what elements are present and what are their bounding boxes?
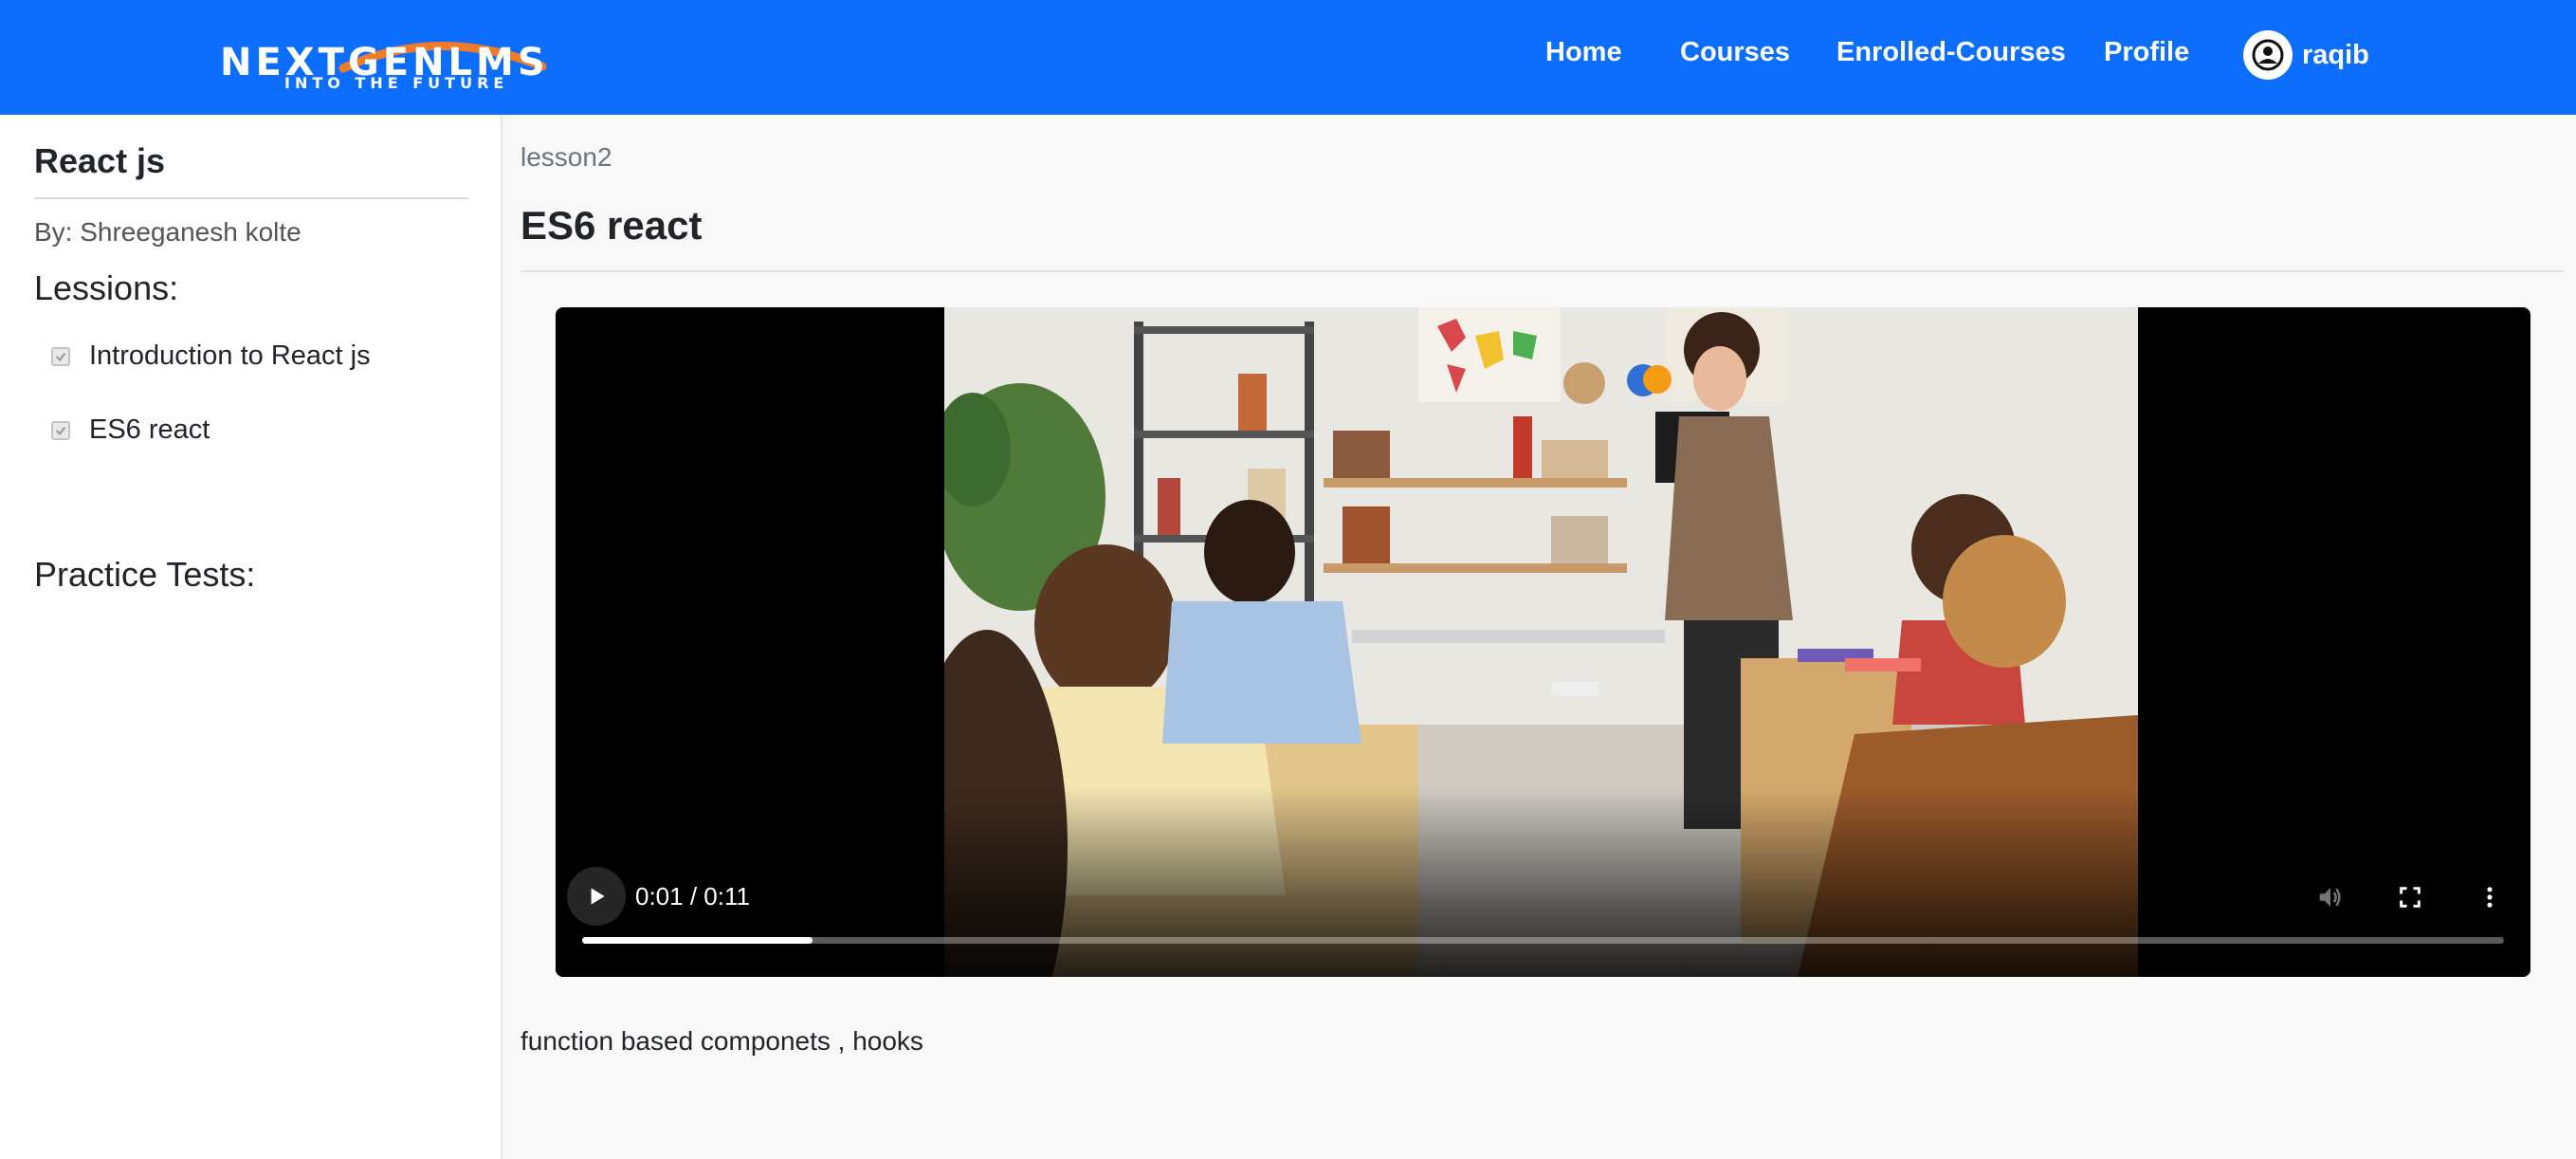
video-time: 0:01 / 0:11 (635, 882, 750, 911)
divider (521, 270, 2564, 272)
lesson-checkbox[interactable] (51, 346, 70, 366)
brand-tagline: INTO THE FUTURE (284, 74, 509, 92)
nav-home[interactable]: Home (1545, 34, 1622, 70)
user-circle-icon (2243, 30, 2293, 80)
lesson-label: Introduction to React js (89, 340, 371, 371)
course-title: React js (34, 141, 166, 180)
course-sidebar: React js By: Shreeganesh kolte Lessions:… (0, 115, 502, 1159)
play-icon (591, 888, 605, 905)
user-menu[interactable]: raqib (2243, 30, 2369, 80)
video-progress-fill (582, 937, 813, 944)
nav-courses[interactable]: Courses (1680, 34, 1790, 70)
lessons-heading: Lessions: (34, 268, 179, 307)
nav-profile[interactable]: Profile (2104, 34, 2189, 70)
video-controls-overlay (556, 787, 2530, 977)
fullscreen-icon[interactable] (2393, 880, 2427, 914)
lesson-item-es6-react[interactable]: ES6 react (51, 414, 210, 446)
course-author: By: Shreeganesh kolte (34, 217, 301, 247)
practice-tests-heading: Practice Tests: (34, 555, 256, 594)
play-button[interactable] (567, 867, 626, 926)
lesson-description: function based componets , hooks (521, 1026, 923, 1056)
video-player[interactable]: 0:01 / 0:11 (556, 307, 2530, 977)
brand-logo[interactable]: NEXTGENLMS INTO THE FUTURE (220, 27, 618, 91)
volume-icon[interactable] (2313, 880, 2348, 914)
navbar: NEXTGENLMS INTO THE FUTURE Home Courses … (0, 0, 2576, 115)
nav-enrolled-courses[interactable]: Enrolled-Courses (1836, 34, 2066, 70)
more-vertical-icon[interactable] (2473, 880, 2507, 914)
lesson-item-introduction[interactable]: Introduction to React js (51, 340, 371, 372)
user-name: raqib (2302, 39, 2369, 70)
page-title: ES6 react (521, 203, 703, 248)
lesson-checkbox[interactable] (51, 420, 70, 440)
lesson-label: ES6 react (89, 414, 210, 445)
video-progress-bar[interactable] (582, 937, 2504, 944)
divider (34, 197, 468, 199)
breadcrumb: lesson2 (521, 142, 612, 172)
